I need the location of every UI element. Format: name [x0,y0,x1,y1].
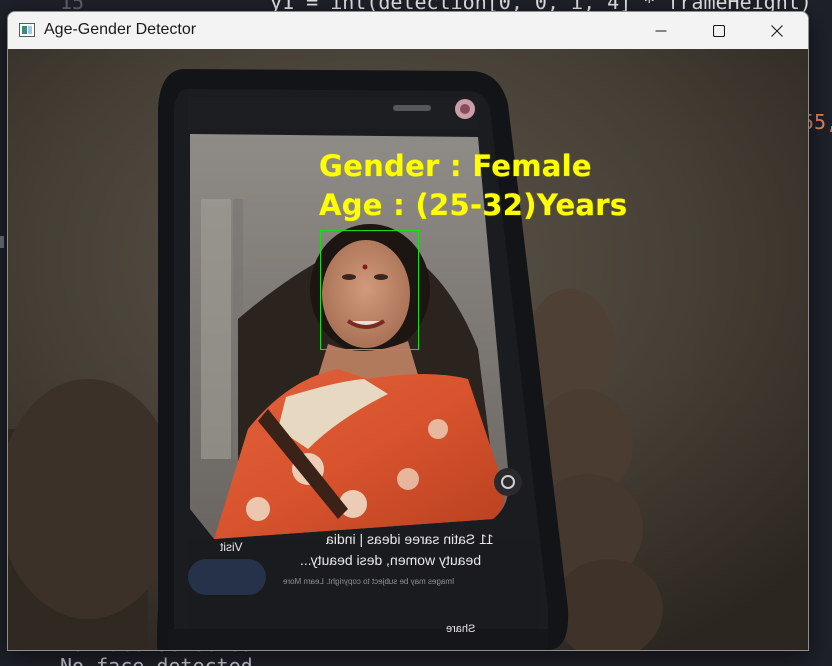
close-button[interactable] [748,12,806,49]
console-line-2: No face detected [60,654,253,666]
maximize-icon [713,24,725,37]
phone-caption-line1: 11 Satin saree ideas | india [326,531,494,547]
minimize-icon [655,29,667,32]
age-gender-detector-window[interactable]: Age-Gender Detector 11 Satin saree ideas… [7,11,809,651]
phone-caption-line2: beauty women, desi beauty... [300,552,482,568]
phone-visit-button: Visit [220,540,243,554]
minimize-button[interactable] [632,12,690,49]
gender-label: Gender : Female [319,149,592,183]
title-bar[interactable]: Age-Gender Detector [8,12,808,49]
close-icon [771,24,783,37]
phone-copyright-note: Images may be subject to copyright. Lear… [283,577,455,586]
opencv-window-icon [19,23,35,37]
age-label: Age : (25-32)Years [319,188,628,222]
window-title: Age-Gender Detector [44,21,197,38]
maximize-button[interactable] [690,12,748,49]
gutter-marker [0,236,4,248]
phone-share-button: Share [446,623,476,635]
face-bounding-box [320,230,419,350]
camera-feed: 11 Satin saree ideas | india beauty wome… [8,49,808,650]
